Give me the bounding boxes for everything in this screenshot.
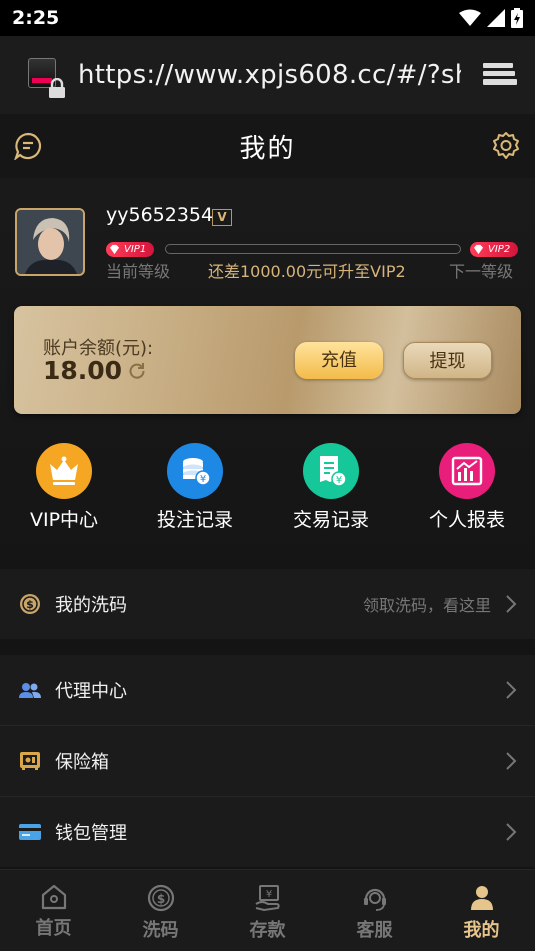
tabs-icon[interactable] (481, 60, 517, 90)
home-icon (41, 884, 66, 910)
quick-action-label: VIP中心 (29, 509, 99, 531)
coins-icon: ¥ (167, 443, 223, 499)
next-level-label: 下一等级 (449, 262, 514, 281)
upgrade-hint: 还差1000.00元可升至VIP2 (208, 262, 406, 281)
menu-item-label: 钱包管理 (55, 823, 127, 844)
battery-icon (511, 8, 523, 28)
nav-label: 我的 (463, 920, 500, 941)
bottom-nav: 首页 $ 洗码 ¥ 存款 客服 我的 (0, 869, 535, 951)
withdraw-button[interactable]: 提现 (403, 342, 492, 379)
quick-action-vip-center[interactable]: VIP中心 (4, 443, 124, 532)
balance-card: 账户余额(元): 18.00 充值 提现 (14, 306, 521, 414)
menu-item-my-rebate[interactable]: $ 我的洗码 领取洗码，看这里 (0, 569, 535, 639)
support-icon (363, 888, 386, 911)
current-vip-label: VIP1 (124, 244, 147, 255)
username: yy5652354 (106, 204, 214, 226)
nav-home[interactable]: 首页 (0, 870, 107, 951)
gear-icon[interactable] (491, 131, 521, 161)
nav-label: 客服 (356, 920, 393, 941)
nav-deposit[interactable]: ¥ 存款 (214, 870, 321, 951)
nav-rebate[interactable]: $ 洗码 (107, 870, 214, 951)
menu-item-label: 保险箱 (55, 752, 109, 773)
menu-item-wallet-management[interactable]: 钱包管理 (0, 797, 535, 867)
rebate-hint: 领取洗码，看这里 (362, 596, 491, 615)
balance-value: 18.00 (43, 356, 123, 385)
nav-label: 首页 (35, 918, 72, 939)
verified-badge: V (212, 209, 232, 226)
chart-icon (439, 443, 495, 499)
nav-label: 存款 (249, 920, 286, 941)
deposit-icon: ¥ (254, 885, 280, 912)
menu-item-safe-box[interactable]: 保险箱 (0, 726, 535, 796)
page-title: 我的 (239, 133, 296, 164)
quick-action-label: 投注记录 (156, 509, 233, 531)
next-vip-badge: VIP2 (470, 242, 519, 257)
svg-text:$: $ (156, 892, 164, 906)
next-vip-label: VIP2 (488, 244, 511, 255)
site-favicon (28, 58, 65, 98)
coin-icon: $ (18, 593, 42, 615)
diamond-icon (473, 244, 484, 255)
status-time: 2:25 (12, 7, 60, 29)
browser-url-bar[interactable]: https://www.xpjs608.cc/#/?sha (0, 36, 535, 114)
svg-text:¥: ¥ (336, 475, 342, 486)
crown-icon (36, 443, 92, 499)
svg-text:$: $ (26, 598, 34, 611)
nav-support[interactable]: 客服 (321, 870, 428, 951)
refresh-icon[interactable] (128, 362, 146, 380)
quick-action-transaction-records[interactable]: ¥ 交易记录 (271, 443, 391, 532)
recharge-button[interactable]: 充值 (295, 342, 383, 379)
menu-item-label: 代理中心 (55, 681, 127, 702)
svg-text:¥: ¥ (265, 889, 271, 900)
safe-icon (18, 751, 42, 771)
avatar[interactable] (15, 208, 85, 276)
diamond-icon (109, 244, 120, 255)
receipt-icon: ¥ (303, 443, 359, 499)
card-icon (18, 823, 42, 841)
profile-section: yy5652354 V VIP1 VIP2 当前等级 还差1000.00元可升至… (0, 178, 535, 568)
profile-icon (470, 886, 493, 910)
nav-label: 洗码 (142, 920, 179, 941)
dollar-circle-icon: $ (147, 884, 174, 912)
page-header: 我的 (0, 114, 535, 178)
svg-text:¥: ¥ (200, 474, 206, 485)
signal-icon (487, 9, 505, 27)
chevron-right-icon (506, 823, 517, 841)
url-text[interactable]: https://www.xpjs608.cc/#/?sha (78, 60, 461, 90)
wifi-icon (459, 9, 481, 26)
nav-mine[interactable]: 我的 (428, 870, 535, 951)
status-icons (459, 8, 523, 28)
current-vip-badge: VIP1 (106, 242, 155, 257)
vip-progress-bar (165, 244, 461, 254)
status-bar: 2:25 (0, 0, 535, 36)
quick-action-label: 交易记录 (292, 509, 369, 531)
chevron-right-icon (506, 681, 517, 699)
users-icon (18, 681, 42, 699)
menu-item-label: 我的洗码 (55, 595, 127, 616)
quick-action-bet-records[interactable]: ¥ 投注记录 (135, 443, 255, 532)
chevron-right-icon (506, 752, 517, 770)
lock-icon (49, 78, 65, 98)
current-level-label: 当前等级 (106, 262, 171, 281)
menu-item-agent-center[interactable]: 代理中心 (0, 655, 535, 725)
quick-action-label: 个人报表 (428, 509, 505, 531)
quick-action-personal-report[interactable]: 个人报表 (407, 443, 527, 532)
message-icon[interactable] (14, 132, 42, 160)
chevron-right-icon (506, 595, 517, 613)
